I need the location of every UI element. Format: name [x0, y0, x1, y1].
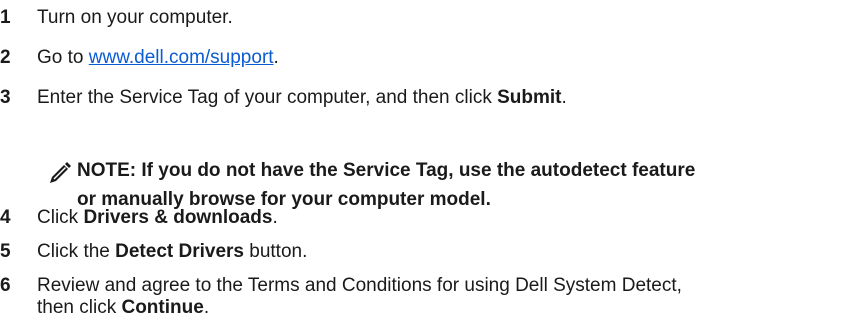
step-text: Review and agree to the Terms and Condit…: [37, 275, 682, 296]
step-text-suffix: .: [272, 207, 278, 228]
step-text-prefix: Go to: [37, 47, 89, 68]
step-text-prefix: then click: [37, 297, 122, 318]
step-text-suffix: .: [561, 87, 567, 108]
step-number: 1: [0, 7, 11, 28]
step-text-prefix: Click: [37, 207, 84, 228]
step-text-suffix: button.: [243, 241, 308, 262]
step-text-line-1: Review and agree to the Terms and Condit…: [37, 275, 682, 296]
step-text-prefix: Enter the Service Tag of your computer, …: [37, 87, 498, 108]
drivers-downloads-label: Drivers & downloads: [83, 207, 273, 228]
step-text: Enter the Service Tag of your computer, …: [37, 87, 567, 108]
step-text: Turn on your computer.: [37, 7, 233, 28]
note-line-1: NOTE: If you do not have the Service Tag…: [77, 160, 696, 181]
step-number: 4: [0, 207, 11, 228]
step-text: Click the Detect Drivers button.: [37, 241, 307, 262]
step-text-suffix: .: [273, 47, 279, 68]
step-text-suffix: .: [203, 297, 210, 318]
submit-label: Submit: [497, 87, 562, 108]
pencil-note-icon: [50, 162, 71, 183]
detect-drivers-label: Detect Drivers: [115, 241, 244, 262]
step-number: 6: [0, 275, 11, 296]
support-link[interactable]: www.dell.com/support: [89, 47, 274, 68]
note-box: NOTE: If you do not have the Service Tag…: [77, 156, 695, 214]
step-text: Go to www.dell.com/support.: [37, 47, 279, 68]
continue-label: Continue: [121, 297, 204, 318]
step-text: Click Drivers & downloads.: [37, 207, 278, 228]
step-number: 5: [0, 241, 11, 262]
step-text: then click Continue.: [37, 297, 209, 318]
step-text-prefix: Click the: [37, 241, 116, 262]
step-number: 2: [0, 47, 11, 68]
step-number: 3: [0, 87, 11, 108]
